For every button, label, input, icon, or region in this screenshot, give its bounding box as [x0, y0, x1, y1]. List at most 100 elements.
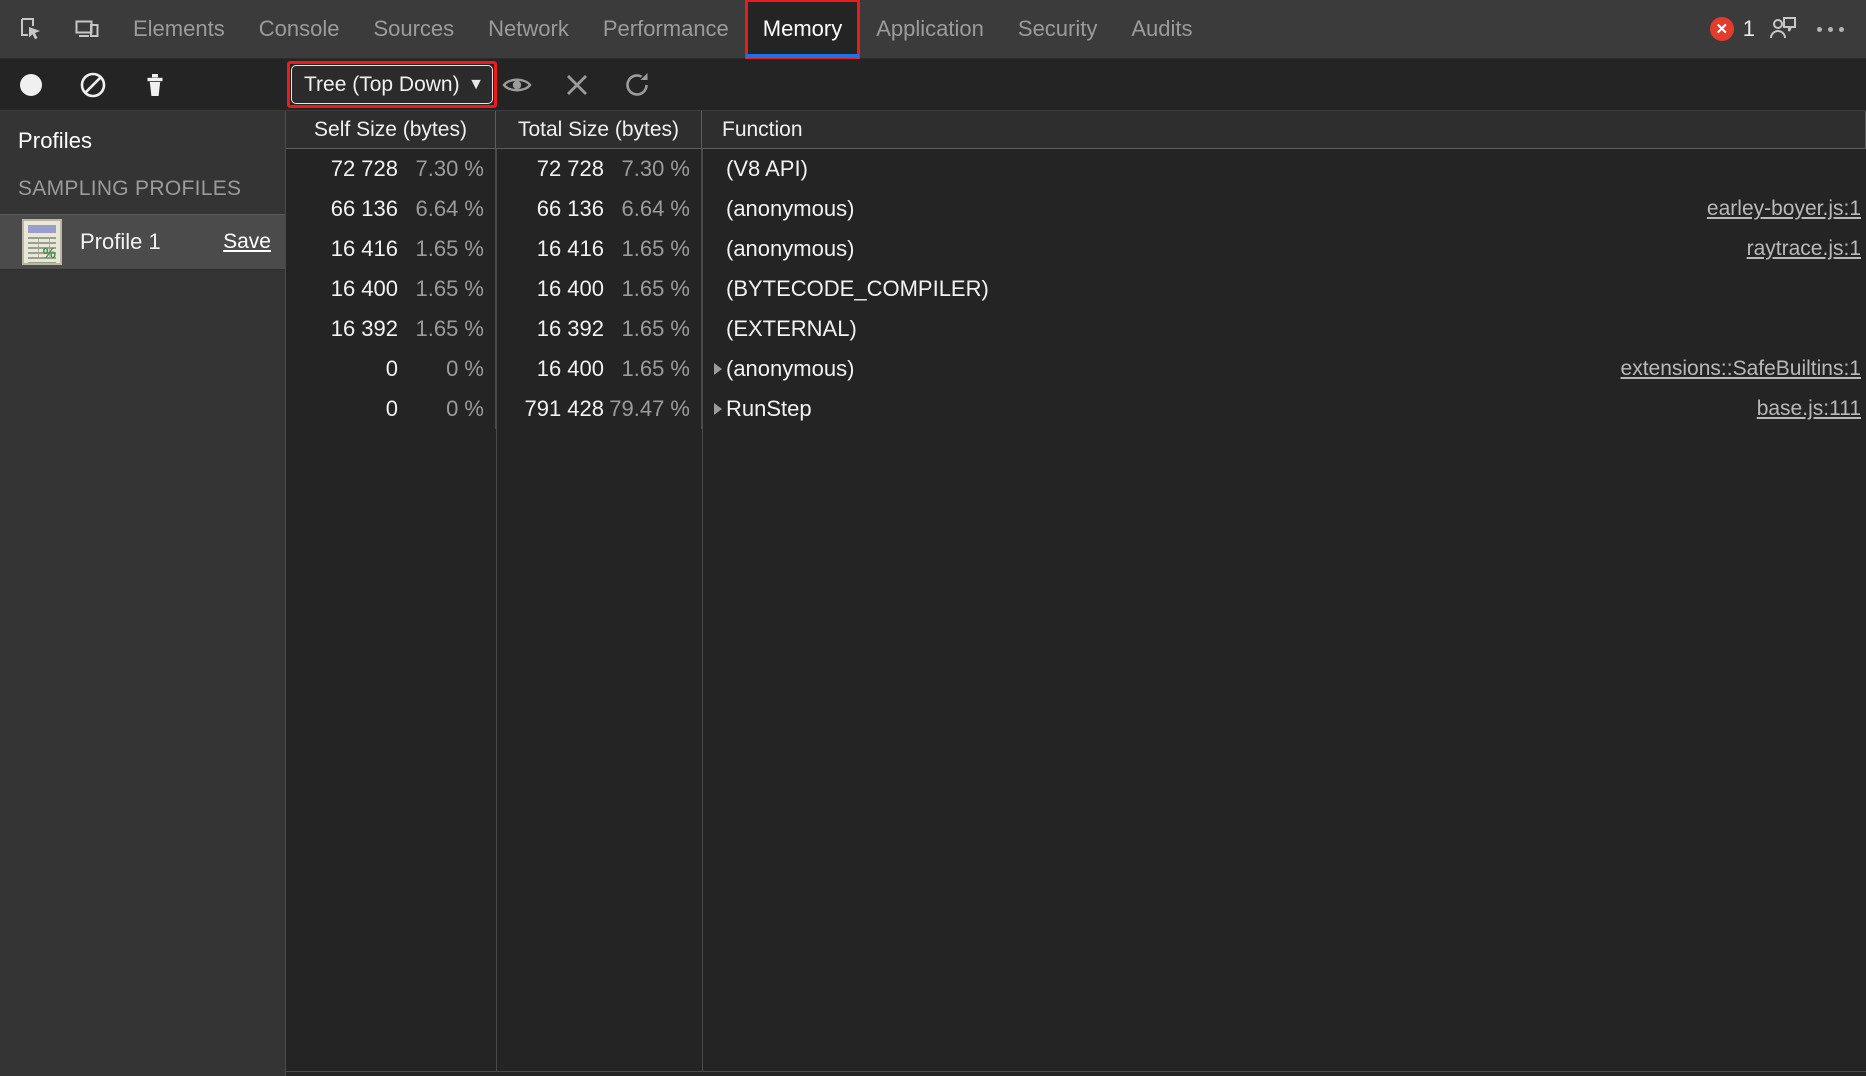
- account-feedback-icon[interactable]: [1768, 14, 1798, 44]
- source-location-link[interactable]: extensions::SafeBuiltins:1: [1621, 357, 1861, 381]
- table-row[interactable]: 72 728 7.30 % 72 728 7.30 % (V8 API): [286, 149, 1866, 189]
- cell-function: (anonymous) raytrace.js:1: [702, 229, 1866, 269]
- sidebar-section-sampling-profiles: SAMPLING PROFILES: [0, 154, 285, 201]
- cell-function: (anonymous) extensions::SafeBuiltins:1: [702, 349, 1866, 389]
- self-size-value: 16 416: [331, 236, 398, 262]
- view-mode-select[interactable]: Tree (Top Down) ▼: [291, 65, 493, 104]
- cell-total-size: 72 728 7.30 %: [496, 149, 702, 189]
- column-header-label: Self Size (bytes): [314, 118, 467, 142]
- error-count-badge[interactable]: ✕ 1: [1710, 16, 1755, 42]
- total-size-percent: 1.65 %: [604, 356, 690, 382]
- table-row[interactable]: 16 392 1.65 % 16 392 1.65 % (EXTERNAL): [286, 309, 1866, 349]
- cell-total-size: 16 400 1.65 %: [496, 269, 702, 309]
- sidebar-item-profile-1[interactable]: % Profile 1 Save: [0, 214, 285, 270]
- tabbar-left-icons: [0, 0, 108, 58]
- function-name: (anonymous): [726, 196, 854, 222]
- cell-self-size: 16 400 1.65 %: [286, 269, 496, 309]
- view-mode-select-wrapper: Tree (Top Down) ▼: [287, 61, 497, 108]
- total-size-percent: 7.30 %: [604, 156, 690, 182]
- tab-label: Performance: [603, 16, 729, 42]
- device-toolbar-icon[interactable]: [66, 8, 108, 50]
- tab-security[interactable]: Security: [1001, 0, 1114, 58]
- column-header-self-size[interactable]: Self Size (bytes): [286, 111, 496, 148]
- tab-label: Security: [1018, 16, 1097, 42]
- delete-profile-button[interactable]: [138, 68, 172, 102]
- cell-function: (EXTERNAL): [702, 309, 1866, 349]
- self-size-value: 66 136: [331, 196, 398, 222]
- cell-function: (anonymous) earley-boyer.js:1: [702, 189, 1866, 229]
- profile-spreadsheet-icon: %: [22, 219, 62, 265]
- table-row[interactable]: 0 0 % 16 400 1.65 % (anonymous) extensio…: [286, 349, 1866, 389]
- tab-label: Memory: [763, 16, 842, 42]
- focus-selected-function-icon[interactable]: [500, 68, 534, 102]
- source-location-link[interactable]: raytrace.js:1: [1747, 237, 1861, 261]
- self-size-percent: 7.30 %: [398, 156, 484, 182]
- cell-self-size: 0 0 %: [286, 389, 496, 429]
- tab-network[interactable]: Network: [471, 0, 586, 58]
- function-name: (BYTECODE_COMPILER): [726, 276, 989, 302]
- restore-all-functions-icon[interactable]: [620, 68, 654, 102]
- inspect-element-icon[interactable]: [10, 8, 52, 50]
- self-size-percent: 0 %: [398, 356, 484, 382]
- tab-label: Console: [259, 16, 340, 42]
- more-options-icon[interactable]: [1811, 19, 1850, 40]
- cell-total-size: 16 416 1.65 %: [496, 229, 702, 269]
- source-location-link[interactable]: earley-boyer.js:1: [1707, 197, 1861, 221]
- tab-label: Application: [876, 16, 984, 42]
- grid-bottom-strip: [286, 1071, 1866, 1076]
- tab-label: Network: [488, 16, 569, 42]
- total-size-value: 16 400: [537, 276, 604, 302]
- tab-console[interactable]: Console: [242, 0, 357, 58]
- expand-twisty-icon[interactable]: [710, 403, 726, 415]
- cell-function: RunStep base.js:111: [702, 389, 1866, 429]
- chevron-down-icon: ▼: [468, 76, 484, 94]
- total-size-value: 16 416: [537, 236, 604, 262]
- cell-total-size: 16 400 1.65 %: [496, 349, 702, 389]
- self-size-percent: 1.65 %: [398, 276, 484, 302]
- tab-elements[interactable]: Elements: [116, 0, 242, 58]
- total-size-percent: 1.65 %: [604, 276, 690, 302]
- column-header-label: Function: [722, 118, 803, 142]
- tab-label: Elements: [133, 16, 225, 42]
- cell-total-size: 16 392 1.65 %: [496, 309, 702, 349]
- data-grid-rows: 72 728 7.30 % 72 728 7.30 % (V8 API): [286, 149, 1866, 429]
- tab-label: Sources: [373, 16, 454, 42]
- clear-button[interactable]: [76, 68, 110, 102]
- function-name: (anonymous): [726, 356, 854, 382]
- function-name: (EXTERNAL): [726, 316, 857, 342]
- source-location-link[interactable]: base.js:111: [1757, 397, 1861, 421]
- table-row[interactable]: 16 416 1.65 % 16 416 1.65 % (anonymous) …: [286, 229, 1866, 269]
- profiles-sidebar: Profiles SAMPLING PROFILES % Profile 1 S…: [0, 111, 286, 1076]
- function-name: RunStep: [726, 396, 812, 422]
- expand-twisty-icon[interactable]: [710, 363, 726, 375]
- cell-total-size: 791 428 79.47 %: [496, 389, 702, 429]
- memory-panel-body: Profiles SAMPLING PROFILES % Profile 1 S…: [0, 111, 1866, 1076]
- tab-sources[interactable]: Sources: [356, 0, 471, 58]
- view-mode-selected-value: Tree (Top Down): [304, 73, 462, 97]
- exclude-selected-function-icon[interactable]: [560, 68, 594, 102]
- tab-label: Audits: [1131, 16, 1192, 42]
- tab-memory[interactable]: Memory: [746, 0, 859, 58]
- sidebar-item-label: Profile 1: [80, 229, 223, 255]
- data-grid-body-wrapper: 72 728 7.30 % 72 728 7.30 % (V8 API): [286, 149, 1866, 1071]
- record-button[interactable]: [14, 68, 48, 102]
- self-size-value: 0: [386, 356, 398, 382]
- cell-self-size: 72 728 7.30 %: [286, 149, 496, 189]
- table-row[interactable]: 66 136 6.64 % 66 136 6.64 % (anonymous) …: [286, 189, 1866, 229]
- tab-audits[interactable]: Audits: [1114, 0, 1209, 58]
- column-header-function[interactable]: Function: [702, 111, 1866, 148]
- table-row[interactable]: 16 400 1.65 % 16 400 1.65 % (BYTECODE_CO…: [286, 269, 1866, 309]
- cell-self-size: 16 392 1.65 %: [286, 309, 496, 349]
- cell-self-size: 16 416 1.65 %: [286, 229, 496, 269]
- tab-performance[interactable]: Performance: [586, 0, 746, 58]
- total-size-value: 16 400: [537, 356, 604, 382]
- tab-application[interactable]: Application: [859, 0, 1001, 58]
- table-row[interactable]: 0 0 % 791 428 79.47 % RunStep base.js:11…: [286, 389, 1866, 429]
- save-profile-link[interactable]: Save: [223, 230, 271, 254]
- cell-function: (V8 API): [702, 149, 1866, 189]
- grid-column-divider-2: [702, 149, 703, 1071]
- cell-total-size: 66 136 6.64 %: [496, 189, 702, 229]
- cell-self-size: 66 136 6.64 %: [286, 189, 496, 229]
- memory-toolbar-left: [0, 68, 172, 102]
- column-header-total-size[interactable]: Total Size (bytes): [496, 111, 702, 148]
